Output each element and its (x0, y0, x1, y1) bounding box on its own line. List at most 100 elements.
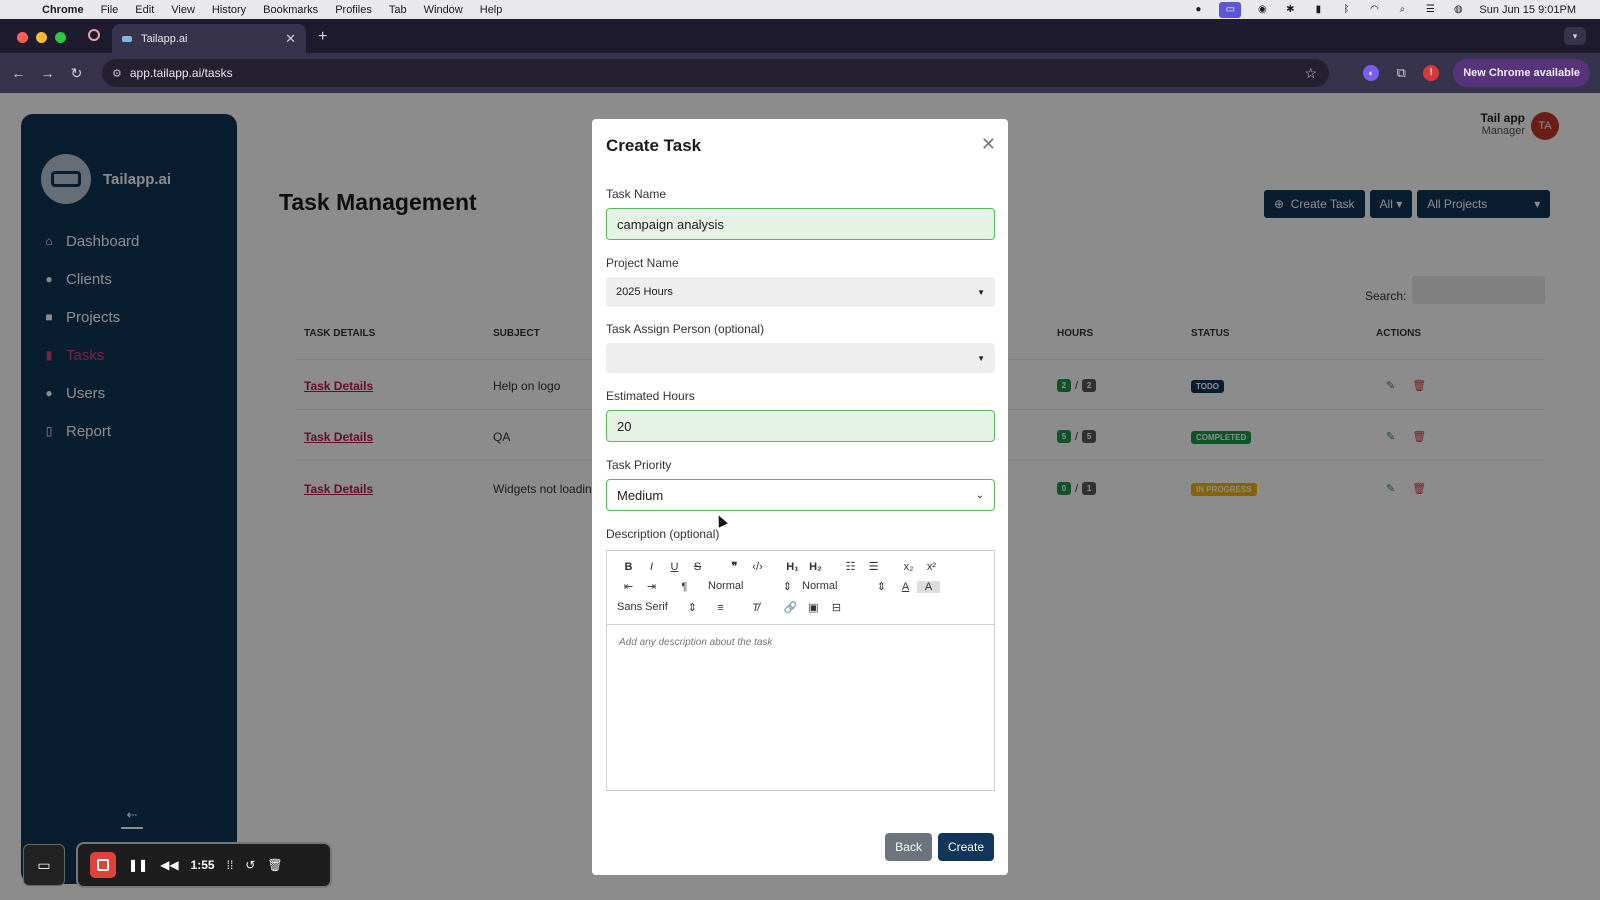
menu-history[interactable]: History (212, 4, 246, 16)
update-alert-icon[interactable]: ! (1423, 65, 1440, 81)
macos-menubar: Chrome File Edit View History Bookmarks … (0, 0, 1600, 19)
background-color-icon[interactable]: A (917, 580, 940, 593)
control-center-icon[interactable]: ☰ (1423, 4, 1437, 15)
caret-down-icon: ▼ (977, 353, 985, 363)
maximize-window-icon[interactable] (55, 32, 66, 43)
battery-icon[interactable]: ▮ (1311, 4, 1325, 15)
delete-recording-icon[interactable]: 🗑 (267, 858, 282, 872)
indent-icon[interactable]: ⇥ (640, 580, 663, 593)
subscript-icon[interactable]: x₂ (897, 561, 920, 573)
updown-caret-icon: ⇕ (876, 581, 886, 593)
text-color-icon[interactable]: A (894, 581, 917, 593)
new-chrome-available-button[interactable]: New Chrome available (1453, 59, 1590, 87)
caret-down-icon: ▼ (977, 287, 985, 297)
ordered-list-icon[interactable]: ☷ (839, 560, 862, 573)
text-direction-icon[interactable]: ¶ (673, 581, 696, 593)
bluetooth-icon[interactable]: ᛒ (1339, 4, 1353, 15)
video-icon[interactable]: ⊟ (825, 601, 848, 614)
heading-2-icon[interactable]: H₂ (804, 561, 827, 573)
font-size-select[interactable]: Normal ⇕ (802, 580, 886, 593)
menu-edit[interactable]: Edit (135, 4, 154, 16)
header-format-select[interactable]: Normal ⇕ (708, 580, 792, 593)
siri-icon[interactable]: ◍ (1451, 4, 1465, 15)
browser-tab[interactable]: Tailapp.ai ✕ (112, 24, 306, 53)
profile-icon[interactable]: ◐ (1363, 65, 1380, 81)
task-priority-label: Task Priority (606, 458, 672, 472)
blockquote-icon[interactable]: ❞ (723, 560, 746, 573)
pause-icon[interactable]: ❚❚ (128, 858, 148, 872)
browser-toolbar: ← → ↻ ⚙ app.tailapp.ai/tasks ☆ ◐ ⧉ ! New… (0, 53, 1600, 93)
task-name-label: Task Name (606, 187, 667, 201)
description-editor-area[interactable]: Add any description about the task (607, 625, 994, 660)
close-icon[interactable]: ✕ (981, 134, 996, 155)
superscript-icon[interactable]: x² (920, 561, 943, 573)
browser-tab-strip: Tailapp.ai ✕ + ▾ (0, 19, 1600, 53)
editor-toolbar-row: Sans Serif ⇕ ≡ T̸ 🔗 ▣ ⊟ (617, 601, 848, 614)
forward-arrow-icon[interactable]: → (33, 65, 62, 81)
strike-icon[interactable]: S (686, 561, 709, 573)
estimated-hours-label: Estimated Hours (606, 389, 695, 403)
create-button[interactable]: Create (937, 833, 994, 861)
reload-icon[interactable]: ↻ (62, 65, 91, 82)
estimated-hours-input[interactable]: 20 (606, 410, 995, 442)
restart-icon[interactable]: ↺ (245, 858, 255, 872)
stop-recording-button[interactable] (90, 852, 116, 878)
menu-profiles[interactable]: Profiles (335, 4, 372, 16)
recording-controls: ❚❚ ◀◀ 1:55 ⁞⁞ ↺ 🗑 (76, 842, 332, 888)
extension-status-icon[interactable]: ✱ (1283, 4, 1297, 15)
tab-search-chevron-icon[interactable]: ▾ (1564, 27, 1586, 45)
project-name-select[interactable]: 2025 Hours ▼ (606, 277, 995, 307)
clear-format-icon[interactable]: T̸ (744, 602, 767, 614)
bold-icon[interactable]: B (617, 561, 640, 573)
create-task-modal: Create Task ✕ Task Name campaign analysi… (592, 119, 1008, 875)
menu-app-name[interactable]: Chrome (42, 4, 84, 16)
site-settings-icon[interactable]: ⚙ (112, 67, 122, 80)
bullet-list-icon[interactable]: ☰ (862, 560, 885, 573)
menu-window[interactable]: Window (424, 4, 463, 16)
code-block-icon[interactable]: ‹/› (746, 561, 769, 573)
rich-text-editor: B I U S ❞ ‹/› H₁ H₂ ☷ ☰ x₂ x² ⇤ ⇥ ¶ Norm… (606, 550, 995, 791)
grid-icon[interactable]: ⁞⁞ (227, 858, 234, 872)
minimize-window-icon[interactable] (36, 32, 47, 43)
align-icon[interactable]: ≡ (709, 602, 732, 614)
heading-1-icon[interactable]: H₁ (781, 561, 804, 573)
new-tab-icon[interactable]: + (318, 28, 327, 46)
editor-toolbar-row: B I U S ❞ ‹/› H₁ H₂ ☷ ☰ x₂ x² (617, 560, 943, 574)
address-bar[interactable]: ⚙ app.tailapp.ai/tasks ☆ (102, 59, 1329, 87)
italic-icon[interactable]: I (640, 561, 663, 573)
grammarly-icon[interactable]: ◉ (1255, 4, 1269, 15)
menu-view[interactable]: View (171, 4, 195, 16)
menu-help[interactable]: Help (480, 4, 503, 16)
microphone-icon[interactable]: ● (1191, 4, 1205, 15)
link-icon[interactable]: 🔗 (779, 601, 802, 614)
modal-footer: Back Create (885, 833, 994, 861)
bookmark-star-icon[interactable]: ☆ (1304, 65, 1317, 82)
spotlight-search-icon[interactable]: ⌕ (1395, 4, 1409, 15)
screen-share-icon[interactable]: ▭ (1219, 1, 1242, 18)
back-arrow-icon[interactable]: ← (4, 65, 33, 81)
close-window-icon[interactable] (17, 32, 28, 43)
menubar-status-area: ● ▭ ◉ ✱ ▮ ᛒ ◠ ⌕ ☰ ◍ Sun Jun 15 9:01PM (1191, 1, 1576, 18)
menu-file[interactable]: File (101, 4, 119, 16)
updown-caret-icon: ⇕ (687, 602, 697, 614)
wifi-icon[interactable]: ◠ (1367, 4, 1381, 15)
image-icon[interactable]: ▣ (802, 601, 825, 614)
tab-close-icon[interactable]: ✕ (285, 31, 296, 47)
task-name-input[interactable]: campaign analysis (606, 208, 995, 240)
tab-title: Tailapp.ai (141, 32, 188, 45)
task-priority-select[interactable]: Medium ⌄ (606, 479, 995, 511)
description-label: Description (optional) (606, 527, 720, 541)
camera-toggle-icon[interactable]: ▭ (23, 844, 65, 886)
extensions-puzzle-icon[interactable]: ⧉ (1393, 65, 1409, 81)
menu-tab[interactable]: Tab (389, 4, 407, 16)
description-placeholder: Add any description about the task (619, 637, 773, 648)
editor-toolbar: B I U S ❞ ‹/› H₁ H₂ ☷ ☰ x₂ x² ⇤ ⇥ ¶ Norm… (607, 551, 994, 625)
assign-person-select[interactable]: ▼ (606, 343, 995, 373)
underline-icon[interactable]: U (663, 561, 686, 573)
menubar-clock[interactable]: Sun Jun 15 9:01PM (1479, 4, 1576, 16)
font-family-select[interactable]: Sans Serif ⇕ (617, 601, 697, 614)
outdent-icon[interactable]: ⇤ (617, 580, 640, 593)
back-button[interactable]: Back (885, 833, 932, 861)
menu-bookmarks[interactable]: Bookmarks (263, 4, 318, 16)
rewind-icon[interactable]: ◀◀ (160, 858, 178, 872)
